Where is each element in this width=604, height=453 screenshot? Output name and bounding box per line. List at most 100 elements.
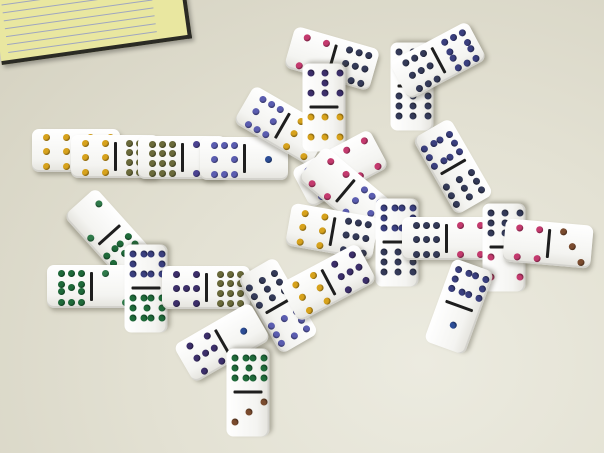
domino-pip xyxy=(184,341,195,352)
domino-pip xyxy=(380,215,388,222)
domino-pip xyxy=(412,222,420,229)
domino-pip xyxy=(424,93,432,100)
domino-tile xyxy=(502,218,594,269)
domino-pip xyxy=(295,237,304,246)
domino-pip xyxy=(447,53,458,64)
domino-pip xyxy=(409,205,417,212)
domino-tile xyxy=(389,20,487,101)
domino-pip xyxy=(230,142,238,149)
domino-pip xyxy=(461,58,472,68)
domino-pip xyxy=(432,250,440,258)
domino-pip xyxy=(351,232,360,242)
domino-pip xyxy=(216,290,224,298)
domino-pip xyxy=(418,48,428,59)
domino-pip xyxy=(465,44,476,54)
domino-pip xyxy=(464,290,473,300)
domino-half-right xyxy=(227,349,270,393)
domino-pip xyxy=(216,271,224,278)
domino-pip xyxy=(422,250,430,258)
domino-pip xyxy=(226,271,234,278)
domino-pip xyxy=(243,119,253,129)
domino-pip xyxy=(321,296,332,306)
domino-pip xyxy=(129,261,137,268)
domino-pip xyxy=(304,305,314,316)
domino-tile xyxy=(162,266,250,309)
domino-pip xyxy=(242,375,250,382)
domino-pip xyxy=(412,236,420,244)
domino-pip xyxy=(444,129,455,139)
domino-pip xyxy=(77,298,85,306)
domino-pip xyxy=(407,71,417,81)
domino-pip xyxy=(321,70,329,77)
domino-pip xyxy=(147,271,155,278)
domino-pip xyxy=(501,210,509,217)
domino-pip xyxy=(238,326,249,337)
domino-half-left xyxy=(32,129,76,172)
domino-pip xyxy=(242,355,250,362)
domino-pip xyxy=(226,280,234,288)
domino-pip xyxy=(266,99,276,110)
domino-pip xyxy=(216,356,227,366)
domino-pip xyxy=(487,230,495,237)
domino-half-left xyxy=(47,265,91,308)
domino-pip xyxy=(361,234,370,243)
domino-pip xyxy=(343,285,353,295)
domino-pip xyxy=(470,271,480,281)
domino-pip xyxy=(289,330,299,341)
domino-pip xyxy=(125,140,133,147)
domino-pip xyxy=(77,280,85,288)
domino-pip xyxy=(307,114,315,121)
domino-pip xyxy=(457,28,467,38)
domino-pip xyxy=(470,53,481,64)
domino-pip xyxy=(423,79,433,89)
domino-pip xyxy=(260,355,268,362)
domino-pip xyxy=(380,249,388,256)
domino-pip xyxy=(77,270,85,277)
domino-pip xyxy=(512,252,521,261)
domino-pip xyxy=(297,293,307,303)
domino-pip xyxy=(346,75,356,85)
domino-half-left xyxy=(162,266,206,309)
domino-pip xyxy=(315,283,325,294)
domino-pip xyxy=(101,154,109,162)
domino-pip xyxy=(395,93,403,100)
domino-pip xyxy=(260,129,271,139)
domino-pip xyxy=(535,225,543,234)
domino-pip xyxy=(464,191,474,202)
domino-pip xyxy=(199,366,209,376)
domino-pip xyxy=(340,169,351,180)
domino-pip xyxy=(322,191,333,202)
domino-pip xyxy=(42,162,50,170)
domino-pip xyxy=(441,181,452,192)
domino-pip xyxy=(231,365,239,372)
domino-pip xyxy=(380,205,388,212)
domino-pip xyxy=(336,114,344,121)
domino-pip xyxy=(446,190,457,200)
domino-pip xyxy=(395,103,403,110)
domino-pip xyxy=(425,61,435,72)
domino-pip xyxy=(345,267,355,278)
domino-pip xyxy=(380,225,388,232)
domino-pip xyxy=(353,263,364,273)
domino-pip xyxy=(300,209,309,218)
domino-pip xyxy=(307,70,315,77)
domino-pip xyxy=(257,275,267,285)
domino-pip xyxy=(147,315,155,322)
domino-tile xyxy=(412,117,494,216)
domino-pip xyxy=(57,298,65,306)
domino-pip xyxy=(192,271,200,278)
domino-pip xyxy=(424,113,432,120)
domino-pip xyxy=(359,136,369,146)
domino-pip xyxy=(325,156,336,167)
domino-half-right xyxy=(303,64,346,108)
domino-pip xyxy=(450,275,460,284)
domino-pip xyxy=(439,37,449,48)
domino-pip xyxy=(143,305,151,312)
domino-pip xyxy=(398,205,406,212)
domino-pip xyxy=(101,140,109,147)
domino-pip xyxy=(182,285,190,293)
domino-pip xyxy=(216,299,224,307)
domino-pip xyxy=(409,113,417,120)
domino-pip xyxy=(67,298,75,306)
domino-pip xyxy=(236,290,244,298)
